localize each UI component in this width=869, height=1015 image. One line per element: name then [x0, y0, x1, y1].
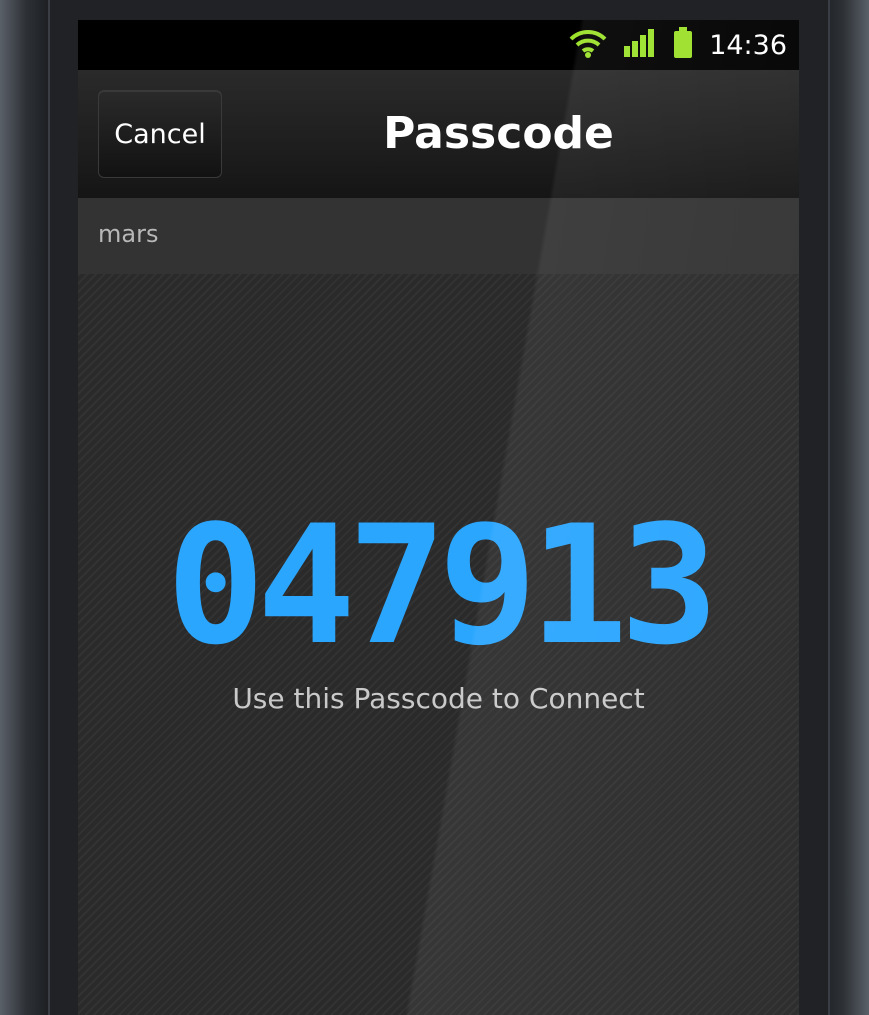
passcode-panel: 047913 Use this Passcode to Connect [78, 274, 799, 1015]
battery-icon [673, 27, 693, 63]
page-title: Passcode [383, 108, 614, 159]
passcode-value: 047913 [166, 490, 718, 681]
screen: 14:36 Cancel Passcode mars 047913 Use th… [78, 20, 799, 1015]
phone-frame: 14:36 Cancel Passcode mars 047913 Use th… [0, 0, 869, 1015]
signal-icon [623, 28, 657, 62]
title-bar: Cancel Passcode [78, 70, 799, 198]
device-name: mars [98, 220, 159, 248]
status-icons: 14:36 [569, 27, 787, 63]
wifi-icon [569, 28, 607, 62]
status-time: 14:36 [709, 29, 787, 61]
cancel-button[interactable]: Cancel [98, 90, 222, 178]
device-row: mars [78, 198, 799, 274]
status-bar: 14:36 [78, 20, 799, 70]
passcode-hint: Use this Passcode to Connect [232, 682, 645, 715]
